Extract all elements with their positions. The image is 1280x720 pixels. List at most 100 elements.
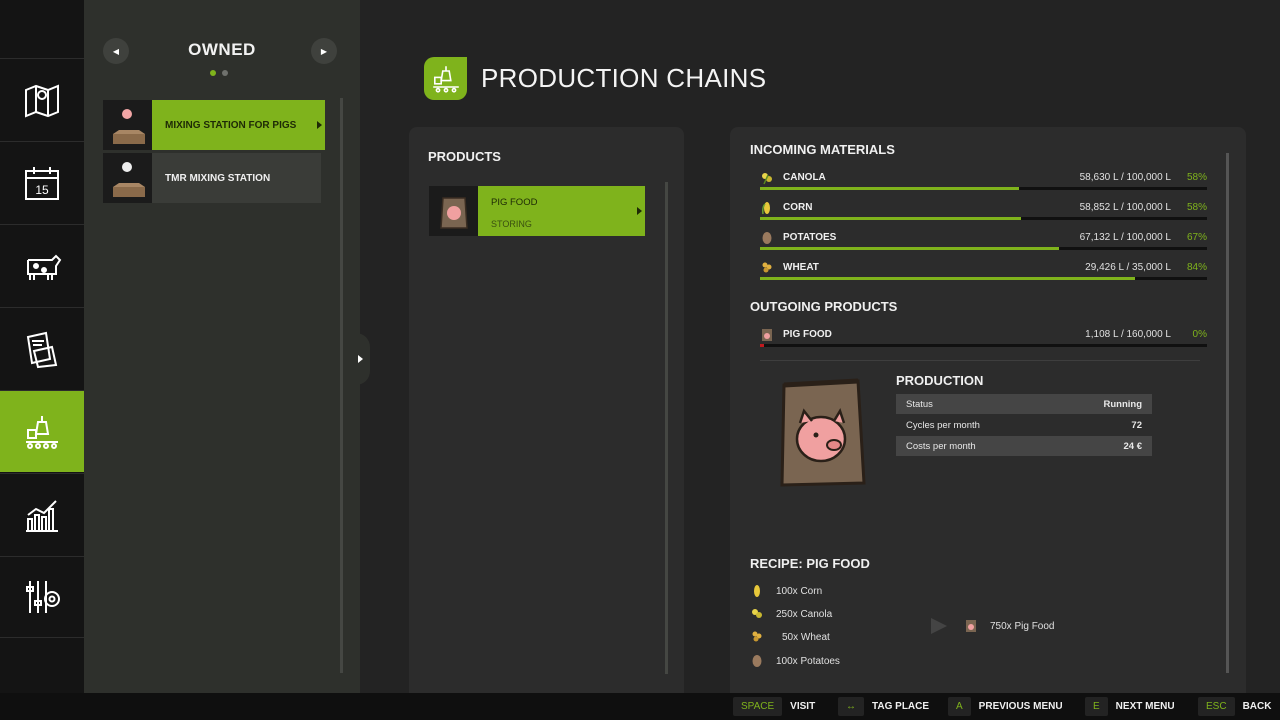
cow-station-icon (113, 162, 145, 197)
product-status: STORING (491, 219, 532, 229)
selected-arrow-icon (637, 207, 642, 215)
section-divider (760, 360, 1200, 361)
svg-text:15: 15 (35, 183, 49, 197)
hint-label: BACK (1242, 701, 1272, 712)
key-badge: E (1085, 697, 1108, 716)
station-label: MIXING STATION FOR PIGS (165, 119, 297, 131)
product-thumbnail (429, 186, 478, 236)
material-amount: 29,426 L / 35,000 L (1085, 262, 1171, 273)
production-costs-row: Costs per month 24 € (896, 436, 1152, 456)
incoming-row-canola: CANOLA 58,630 L / 100,000 L 58% (760, 169, 1207, 195)
material-percent: 84% (1186, 262, 1207, 273)
station-label: TMR MIXING STATION (165, 172, 271, 184)
material-percent: 67% (1186, 232, 1207, 243)
incoming-row-corn: CORN 58,852 L / 100,000 L 58% (760, 199, 1207, 225)
collapse-panel-button[interactable] (350, 333, 370, 385)
canola-icon (762, 173, 772, 185)
products-heading: PRODUCTS (428, 149, 501, 164)
material-name: CANOLA (783, 172, 826, 183)
cow-icon (27, 254, 62, 280)
incoming-heading: INCOMING MATERIALS (750, 142, 895, 157)
key-badge: ↔ (838, 697, 864, 716)
recipe-output-pig-food: 750x Pig Food (964, 619, 1055, 633)
page-indicator (210, 70, 228, 76)
cycles-value: 72 (1131, 419, 1142, 431)
hint-visit[interactable]: SPACE VISIT (733, 697, 815, 716)
material-percent: 58% (1186, 172, 1207, 183)
production-details-panel: INCOMING MATERIALS CANOLA 58,630 L / 100… (730, 127, 1246, 693)
pig-food-icon (762, 329, 772, 341)
nav-production-button[interactable] (0, 390, 90, 472)
recipe-input-corn: 100x Corn (750, 584, 822, 598)
owned-scrollbar[interactable] (340, 98, 343, 673)
station-thumbnail (103, 100, 152, 150)
nav-contracts-button[interactable] (0, 307, 84, 389)
fill-bar (760, 277, 1207, 280)
product-name: PIG FOOD (491, 197, 538, 208)
fill-level (760, 277, 1136, 280)
hint-label: NEXT MENU (1115, 701, 1175, 712)
arrow-right-icon: ▶ (320, 46, 328, 56)
nav-map-button[interactable] (0, 58, 84, 140)
production-status-row: Status Running (896, 394, 1152, 414)
next-page-button[interactable]: ▶ (311, 38, 337, 64)
map-icon (25, 84, 59, 117)
station-item-mixing-pigs[interactable]: MIXING STATION FOR PIGS (103, 100, 325, 150)
recipe-input-label: 250x Canola (776, 608, 833, 620)
outgoing-heading: OUTGOING PRODUCTS (750, 299, 898, 314)
wheat-icon (752, 631, 762, 642)
outgoing-row-pig-food: PIG FOOD 1,108 L / 160,000 L 0% (760, 326, 1207, 352)
calendar-icon: 15 (25, 166, 59, 200)
production-cycles-row: Cycles per month 72 (896, 415, 1152, 435)
recipe-input-wheat: 50x Wheat (750, 630, 830, 644)
production-header-icon (424, 57, 467, 100)
fill-bar (760, 247, 1207, 250)
wheat-icon (762, 262, 772, 273)
chevron-right-icon (358, 355, 363, 363)
nav-calendar-button[interactable]: 15 (0, 141, 84, 223)
hint-label: TAG PLACE (872, 701, 930, 712)
hint-back[interactable]: ESC BACK (1198, 697, 1271, 716)
fill-bar (760, 217, 1207, 220)
canola-icon (752, 609, 762, 618)
details-scrollbar[interactable] (1226, 153, 1229, 673)
hint-next-menu[interactable]: E NEXT MENU (1085, 697, 1175, 716)
costs-label: Costs per month (906, 440, 976, 452)
products-panel: PRODUCTS PIG FOOD STORING (409, 127, 684, 693)
recipe-input-label: 50x Wheat (782, 631, 830, 643)
status-label: Status (906, 398, 933, 410)
nav-settings-button[interactable] (0, 556, 84, 638)
incoming-row-wheat: WHEAT 29,426 L / 35,000 L 84% (760, 259, 1207, 285)
potato-icon (752, 655, 762, 667)
status-value: Running (1103, 398, 1142, 410)
nav-animals-button[interactable] (0, 224, 84, 306)
material-name: CORN (783, 202, 813, 213)
material-amount: 1,108 L / 160,000 L (1085, 329, 1171, 340)
material-percent: 0% (1192, 329, 1207, 340)
fill-level (760, 344, 765, 347)
hint-tag-place[interactable]: ↔ TAG PLACE (838, 697, 929, 716)
recipe-input-potatoes: 100x Potatoes (750, 654, 840, 668)
fill-level (760, 217, 1022, 220)
station-item-tmr[interactable]: TMR MIXING STATION (103, 153, 321, 203)
material-name: POTATOES (783, 232, 837, 243)
fill-bar (760, 187, 1207, 190)
owned-productions-panel: ◀ OWNED ▶ MIXING STATION FOR PIGS TMR MI… (84, 0, 360, 693)
fill-level (760, 187, 1020, 190)
pig-food-bag-icon (439, 197, 468, 229)
hint-label: VISIT (790, 701, 816, 712)
nav-statistics-button[interactable] (0, 473, 84, 555)
costs-value: 24 € (1123, 440, 1143, 452)
products-scrollbar[interactable] (665, 182, 668, 674)
page-dot-active (210, 70, 216, 76)
key-badge: A (948, 697, 971, 716)
material-percent: 58% (1186, 202, 1207, 213)
incoming-row-potatoes: POTATOES 67,132 L / 100,000 L 67% (760, 229, 1207, 255)
product-item-pig-food[interactable]: PIG FOOD STORING (429, 186, 645, 236)
recipe-heading: RECIPE: PIG FOOD (750, 556, 870, 571)
material-name: PIG FOOD (783, 329, 832, 340)
fill-level (760, 247, 1060, 250)
key-badge: SPACE (733, 697, 783, 716)
hint-previous-menu[interactable]: A PREVIOUS MENU (948, 697, 1063, 716)
material-name: WHEAT (783, 262, 819, 273)
